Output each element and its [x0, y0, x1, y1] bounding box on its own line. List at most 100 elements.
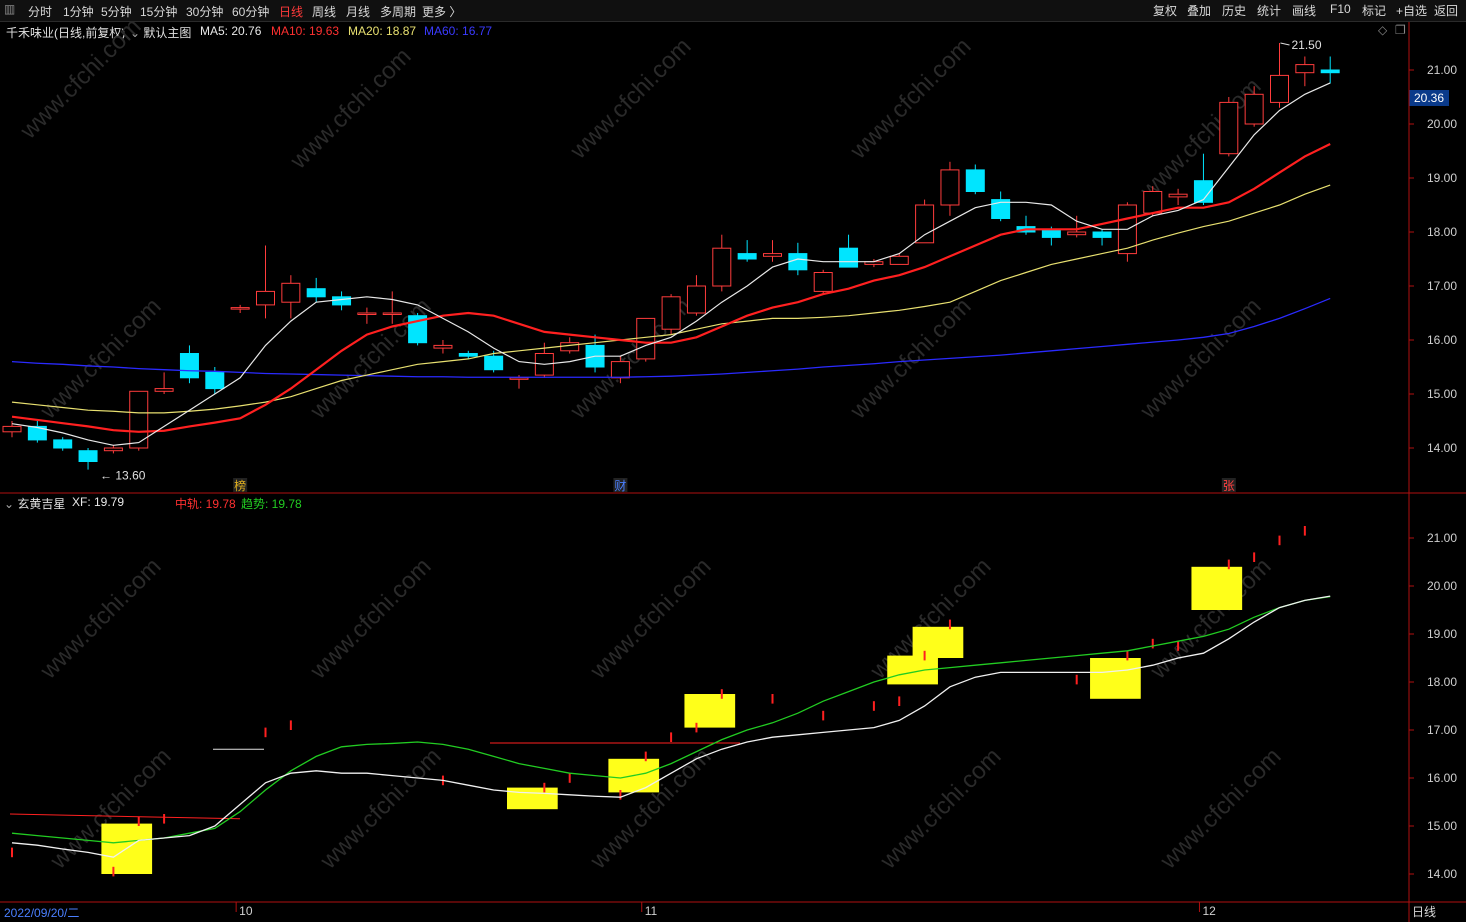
toolbar-icon[interactable]: ▥	[4, 2, 15, 16]
dropdown-icon: ⌄	[4, 497, 15, 511]
ma10-value: MA10: 19.63	[271, 24, 340, 38]
candle-body	[737, 253, 757, 260]
candle-body	[864, 261, 884, 265]
add-watchlist-button[interactable]: +自选	[1396, 2, 1427, 19]
candle-body	[1041, 228, 1061, 238]
xf-white-line	[11, 595, 1331, 858]
event-marker-bg	[233, 478, 248, 492]
ma-lines	[11, 82, 1331, 446]
candle-body	[839, 247, 859, 268]
y-tick-label: 14.00	[1427, 441, 1457, 455]
y-tick-label: 16.00	[1427, 771, 1457, 785]
watermark-text: www.cfchi.com	[584, 743, 716, 875]
candle-body	[2, 425, 22, 433]
candle-body	[991, 199, 1011, 220]
y-tick-label: 17.00	[1427, 279, 1457, 293]
ma5-line	[11, 82, 1331, 446]
period-fenshi[interactable]: 分时	[28, 3, 52, 20]
signal-box	[101, 823, 153, 874]
sub-panel-selector[interactable]: ⌄ 玄黄吉星	[4, 495, 65, 512]
stats-button[interactable]: 统计	[1257, 2, 1281, 19]
candle-body	[53, 439, 73, 449]
ma20-line	[11, 184, 1331, 414]
back-button[interactable]: 返回	[1434, 2, 1458, 19]
x-month-label: 10	[239, 904, 253, 918]
signal-box	[684, 694, 736, 728]
watermark-text: www.cfchi.com	[584, 553, 716, 685]
copy-icon[interactable]: ❐	[1395, 23, 1406, 37]
period-1min[interactable]: 1分钟	[63, 3, 94, 20]
candle-body	[1016, 226, 1036, 233]
watermark-text: www.cfchi.com	[1134, 293, 1266, 425]
y-tick-label: 15.00	[1427, 819, 1457, 833]
candle-body	[458, 353, 478, 357]
signal-box	[1191, 566, 1243, 610]
sub-lines	[11, 595, 1331, 858]
candle-body	[1270, 74, 1289, 103]
period-weekly[interactable]: 周线	[312, 3, 336, 20]
period-daily[interactable]: 日线	[279, 3, 303, 20]
signal-box	[912, 626, 964, 658]
x-axis: 10 11 12	[235, 902, 1216, 918]
kline-chart[interactable]: www.cfchi.com www.cfchi.com www.cfchi.com w…	[0, 0, 1466, 922]
indicator-name: 玄黄吉星	[17, 497, 66, 511]
mark-button[interactable]: 标记	[1362, 2, 1386, 19]
candle-body	[636, 317, 656, 360]
watermark-text: www.cfchi.com	[1154, 743, 1286, 875]
period-60min[interactable]: 60分钟	[232, 3, 269, 20]
red-reference-line	[9, 813, 241, 820]
top-toolbar: ▥ 分时 1分钟 5分钟 15分钟 30分钟 60分钟 日线 周线 月线 多周期…	[0, 0, 1466, 22]
watermark-text: www.cfchi.com	[314, 743, 446, 875]
dropdown-icon: ⌄	[130, 26, 141, 40]
x-month-label: 12	[1202, 904, 1216, 918]
high-pointer	[1280, 42, 1290, 46]
candle-body	[1117, 204, 1137, 255]
candle-body	[1219, 101, 1239, 155]
period-indicator[interactable]: 日线	[1412, 903, 1436, 920]
overlay-button[interactable]: 叠加	[1187, 2, 1211, 19]
y-tick-label: 18.00	[1427, 225, 1457, 239]
candle-body	[408, 315, 428, 344]
stock-title: 千禾味业(日线,前复权)	[6, 26, 126, 40]
draw-button[interactable]: 画线	[1292, 2, 1316, 19]
y-tick-label: 17.00	[1427, 723, 1457, 737]
period-more[interactable]: 更多 〉	[422, 3, 461, 20]
history-button[interactable]: 历史	[1222, 2, 1246, 19]
template-selector[interactable]: ⌄ 默认主图	[130, 24, 191, 41]
candle-body	[1320, 69, 1340, 74]
y-tick-label: 19.00	[1427, 171, 1457, 185]
watermark-text: www.cfchi.com	[1134, 73, 1266, 205]
x-month-label: 11	[645, 904, 658, 918]
current-price-tag: 20.36	[1409, 90, 1449, 106]
candle-body	[813, 272, 833, 292]
f10-button[interactable]: F10	[1330, 2, 1351, 16]
period-30min[interactable]: 30分钟	[186, 3, 223, 20]
event-marker-bg	[613, 478, 628, 492]
candle-body	[1092, 231, 1112, 238]
main-y-axis: 21.00 20.00 19.00 18.00 17.00 16.00 15.00 14.00	[1409, 63, 1457, 455]
candle-body	[686, 285, 706, 314]
candle-body	[179, 353, 199, 379]
candle-body	[103, 447, 123, 452]
candle-body	[205, 371, 225, 390]
zhonggui-value: 中轨: 19.78	[175, 497, 236, 511]
annotations: 21.50 ← 13.60 榜 财 张	[100, 38, 1322, 493]
watermarks: www.cfchi.com www.cfchi.com www.cfchi.com w…	[14, 13, 1286, 875]
candle-body	[27, 425, 47, 441]
candle-body	[610, 361, 630, 379]
candle-body	[560, 342, 580, 352]
period-multi[interactable]: 多周期	[380, 3, 416, 20]
candle-body	[788, 253, 808, 271]
period-15min[interactable]: 15分钟	[140, 3, 177, 20]
restore-rights-button[interactable]: 复权	[1153, 2, 1177, 19]
event-marker: 榜	[234, 478, 246, 493]
candle-body	[129, 390, 149, 449]
y-tick-label: 18.00	[1427, 675, 1457, 689]
period-5min[interactable]: 5分钟	[101, 3, 132, 20]
trend-green-line	[11, 595, 1331, 844]
watermark-text: www.cfchi.com	[34, 553, 166, 685]
watermark-text: www.cfchi.com	[874, 743, 1006, 875]
candle-body	[230, 307, 250, 310]
period-monthly[interactable]: 月线	[346, 3, 370, 20]
diamond-icon[interactable]: ◇	[1378, 23, 1387, 37]
